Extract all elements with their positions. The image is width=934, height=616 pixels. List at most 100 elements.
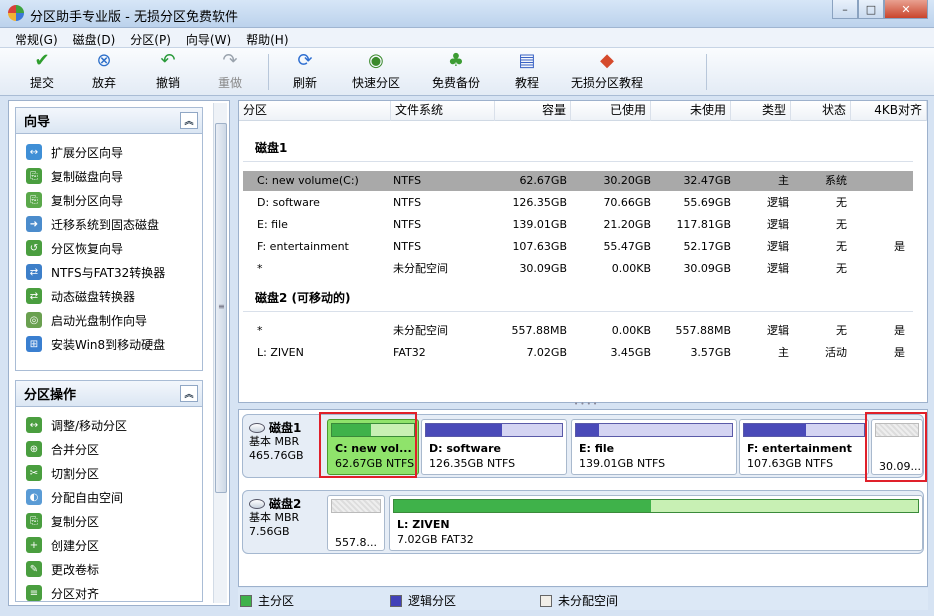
partition-usage-bar	[425, 423, 563, 437]
cell-name: *	[257, 324, 263, 337]
toolbar-undo-button[interactable]: ↶ 撤销	[138, 50, 198, 94]
wizard-item[interactable]: ⇄ 动态磁盘转换器	[16, 284, 202, 308]
menu-partition[interactable]: 分区(P)	[123, 28, 179, 47]
cell-status: 无	[836, 324, 847, 337]
tutorial-icon: ▤	[518, 50, 536, 71]
toolbar-backup-button[interactable]: ♣ 免费备份	[426, 50, 486, 94]
cell-name: *	[257, 262, 263, 275]
column-header-1[interactable]: 分区	[239, 101, 391, 121]
menu-bar: 常规(G) 磁盘(D) 分区(P) 向导(W) 帮助(H)	[0, 28, 934, 48]
partition-block[interactable]: L: ZIVEN 7.02GB FAT32	[389, 495, 923, 551]
maximize-button[interactable]: □	[858, 0, 884, 19]
menu-disk[interactable]: 磁盘(D)	[66, 28, 124, 47]
resize-move-icon: ↔	[26, 417, 42, 433]
column-header-2[interactable]: 文件系统	[391, 101, 495, 121]
ops-item[interactable]: ◐ 分配自由空间	[16, 485, 202, 509]
ops-group-header: 分区操作 ︽	[16, 381, 202, 407]
cell-type: 逻辑	[767, 240, 789, 253]
column-header-8[interactable]: 4KB对齐	[851, 101, 927, 121]
ops-item[interactable]: ⎘ 复制分区	[16, 509, 202, 533]
partition-block[interactable]: D: software 126.35GB NTFS	[421, 419, 567, 475]
toolbar: ✔ 提交 ⊗ 放弃 ↶ 撤销 ↷ 重做 ⟳ 刷新 ◉ 快速分区 ♣ 免费备份 ▤ 教程 ◆ 无损分区教程	[0, 48, 934, 96]
disk-divider	[243, 311, 913, 312]
cell-type: 主	[778, 174, 789, 187]
ops-item[interactable]: ⊕ 合并分区	[16, 437, 202, 461]
window-controls: – □ ✕	[832, 0, 928, 20]
toolbar-discard-button[interactable]: ⊗ 放弃	[74, 50, 134, 94]
cell-type: 逻辑	[767, 262, 789, 275]
minimize-button[interactable]: –	[832, 0, 858, 19]
extend-wizard-icon: ↔	[26, 144, 42, 160]
wizard-item[interactable]: ➜ 迁移系统到固态磁盘	[16, 212, 202, 236]
wizard-item[interactable]: ◎ 启动光盘制作向导	[16, 308, 202, 332]
column-header-3[interactable]: 容量	[495, 101, 571, 121]
column-header-7[interactable]: 状态	[791, 101, 851, 121]
partition-block[interactable]: F: entertainment 107.63GB NTFS	[739, 419, 869, 475]
ops-item[interactable]: ↔ 调整/移动分区	[16, 413, 202, 437]
wizard-group-header: 向导 ︽	[16, 108, 202, 134]
ops-collapse-button[interactable]: ︽	[180, 385, 198, 402]
toolbar-redo-button[interactable]: ↷ 重做	[200, 50, 260, 94]
table-row[interactable]: * 未分配空间 557.88MB 0.00KB 557.88MB 逻辑无是	[243, 321, 913, 341]
cell-align: 是	[894, 346, 905, 359]
toolbar-tutorial-button[interactable]: ▤ 教程	[497, 50, 557, 94]
wizard-item[interactable]: ⇄ NTFS与FAT32转换器	[16, 260, 202, 284]
ntfs-fat32-icon: ⇄	[26, 264, 42, 280]
cell-cap: 126.35GB	[512, 196, 567, 209]
legend: 主分区 逻辑分区 未分配空间	[238, 588, 928, 610]
disk-map: 磁盘1 基本 MBR 465.76GB C: new vol... 62.67GB NT…	[238, 409, 928, 587]
menu-help[interactable]: 帮助(H)	[239, 28, 296, 47]
wizard-item[interactable]: ⎘ 复制分区向导	[16, 188, 202, 212]
cell-status: 无	[836, 218, 847, 231]
cell-cap: 139.01GB	[512, 218, 567, 231]
table-row[interactable]: * 未分配空间 30.09GB 0.00KB 30.09GB 逻辑无	[243, 259, 913, 279]
partition-block[interactable]: E: file 139.01GB NTFS	[571, 419, 737, 475]
table-row[interactable]: L: ZIVEN FAT32 7.02GB 3.45GB 3.57GB 主活动是	[243, 343, 913, 363]
toolbar-lossless-tutorial-button[interactable]: ◆ 无损分区教程	[571, 50, 643, 94]
app-logo-icon	[8, 5, 24, 21]
menu-general[interactable]: 常规(G)	[8, 28, 66, 47]
ops-item[interactable]: ✎ 更改卷标	[16, 557, 202, 581]
toolbar-quick-partition-button[interactable]: ◉ 快速分区	[346, 50, 406, 94]
refresh-icon: ⟳	[297, 50, 313, 71]
column-header-6[interactable]: 类型	[731, 101, 791, 121]
partition-usage-fill	[744, 424, 807, 436]
wizard-item-label: 复制分区向导	[51, 193, 124, 208]
align-icon: ≡	[26, 585, 42, 601]
wizard-item[interactable]: ↺ 分区恢复向导	[16, 236, 202, 260]
wizard-item-label: 安装Win8到移动硬盘	[51, 337, 166, 352]
wizard-item[interactable]: ⎘ 复制磁盘向导	[16, 164, 202, 188]
partition-block[interactable]: 557.8...	[327, 495, 385, 551]
wizard-collapse-button[interactable]: ︽	[180, 112, 198, 129]
cell-name: C: new volume(C:)	[257, 174, 359, 187]
highlight-box	[319, 412, 417, 478]
label-icon: ✎	[26, 561, 42, 577]
menu-wizard[interactable]: 向导(W)	[179, 28, 239, 47]
toolbar-label: 无损分区教程	[571, 76, 644, 90]
table-row[interactable]: D: software NTFS 126.35GB 70.66GB 55.69GB 逻辑无	[243, 193, 913, 213]
left-scrollbar-thumb[interactable]: ≡	[215, 123, 227, 493]
ops-item[interactable]: ✂ 切割分区	[16, 461, 202, 485]
cell-cap: 62.67GB	[519, 174, 567, 187]
toolbar-refresh-button[interactable]: ⟳ 刷新	[275, 50, 335, 94]
legend-label: 逻辑分区	[408, 594, 457, 608]
table-row[interactable]: C: new volume(C:) NTFS 62.67GB 30.20GB 32.47…	[243, 171, 913, 191]
table-row[interactable]: E: file NTFS 139.01GB 21.20GB 117.81GB 逻辑无	[243, 215, 913, 235]
ops-item[interactable]: ≡ 分区对齐	[16, 581, 202, 605]
column-header-4[interactable]: 已使用	[571, 101, 651, 121]
column-header-5[interactable]: 未使用	[651, 101, 731, 121]
disk-bar-2[interactable]: 磁盘2 基本 MBR 7.56GB 557.8... L: ZIVEN 7.02GB FA…	[242, 490, 924, 554]
toolbar-check-button[interactable]: ✔ 提交	[12, 50, 72, 94]
ops-item[interactable]: + 创建分区	[16, 533, 202, 557]
table-row[interactable]: F: entertainment NTFS 107.63GB 55.47GB 52.17…	[243, 237, 913, 257]
disk-name-label: 磁盘1	[269, 421, 302, 435]
cell-status: 无	[836, 240, 847, 253]
cell-free: 55.69GB	[683, 196, 731, 209]
cell-type: 逻辑	[767, 196, 789, 209]
wizard-item[interactable]: ⊞ 安装Win8到移动硬盘	[16, 332, 202, 356]
left-scrollbar[interactable]: ≡	[213, 103, 227, 603]
cell-used: 55.47GB	[603, 240, 651, 253]
wizard-item[interactable]: ↔ 扩展分区向导	[16, 140, 202, 164]
close-button[interactable]: ✕	[884, 0, 928, 19]
ops-item-label: 切割分区	[51, 466, 100, 481]
